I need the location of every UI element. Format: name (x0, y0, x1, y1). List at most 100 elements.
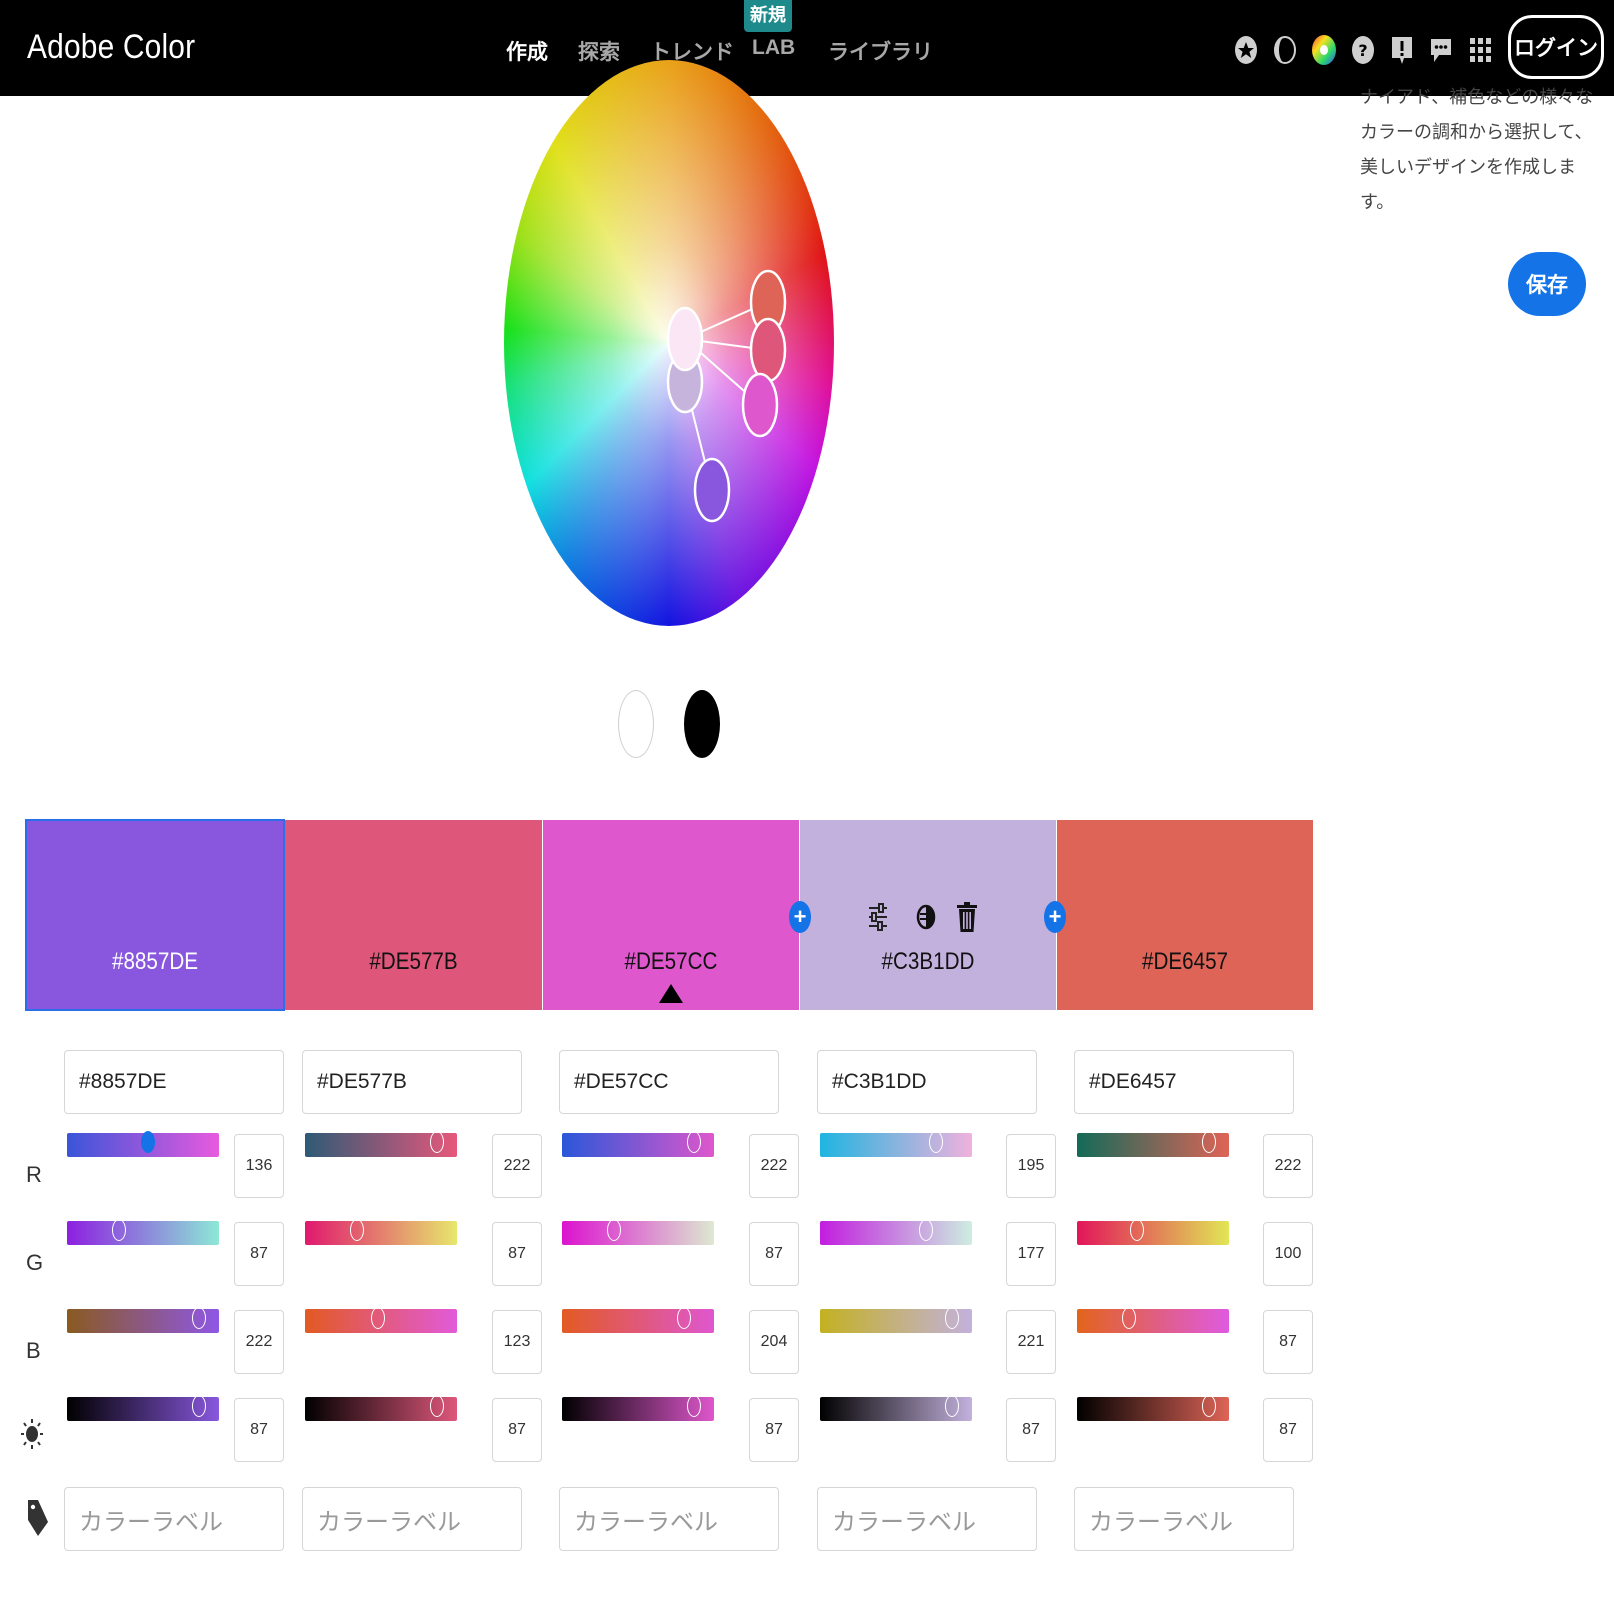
g-slider[interactable] (305, 1219, 457, 1245)
r-slider-thumb[interactable] (1202, 1131, 1217, 1153)
g-slider-thumb[interactable] (606, 1219, 621, 1241)
contrast-icon[interactable] (914, 900, 938, 934)
star-badge-icon[interactable] (1231, 30, 1261, 70)
b-slider-thumb[interactable] (944, 1307, 959, 1329)
black-background-toggle[interactable] (684, 690, 720, 758)
handle-center (666, 306, 704, 372)
brightness-slider[interactable] (562, 1395, 714, 1421)
b-slider-thumb[interactable] (371, 1307, 386, 1329)
brightness-slider[interactable] (820, 1395, 972, 1421)
g-slider[interactable] (67, 1219, 219, 1245)
r-slider[interactable] (820, 1131, 972, 1157)
r-value-input[interactable]: 222 (1263, 1134, 1313, 1198)
swatch-3[interactable]: #DE57CC (543, 820, 799, 1010)
r-slider[interactable] (1077, 1131, 1229, 1157)
hex-input[interactable]: #8857DE (64, 1050, 284, 1114)
r-value-input[interactable]: 136 (234, 1134, 284, 1198)
alert-icon[interactable] (1387, 30, 1417, 70)
hex-input[interactable]: #DE577B (302, 1050, 522, 1114)
hex-input[interactable]: #C3B1DD (817, 1050, 1037, 1114)
white-background-toggle[interactable] (618, 690, 654, 758)
g-slider-thumb[interactable] (918, 1219, 933, 1241)
b-slider-thumb[interactable] (1121, 1307, 1136, 1329)
app-logo[interactable]: Adobe Color (27, 28, 195, 67)
b-value-input[interactable]: 204 (749, 1310, 799, 1374)
color-label-input[interactable]: カラーラベル (559, 1487, 779, 1551)
r-slider[interactable] (67, 1131, 219, 1157)
brightness-value-input[interactable]: 87 (234, 1398, 284, 1462)
b-value-input[interactable]: 221 (1006, 1310, 1056, 1374)
color-label-input[interactable]: カラーラベル (302, 1487, 522, 1551)
r-slider[interactable] (305, 1131, 457, 1157)
swatch-2[interactable]: #DE577B (285, 820, 542, 1010)
color-label-input[interactable]: カラーラベル (817, 1487, 1037, 1551)
adjust-sliders-icon[interactable] (866, 900, 890, 934)
swatch-1[interactable]: #8857DE (25, 819, 285, 1011)
b-slider[interactable] (820, 1307, 972, 1333)
color-wheel-icon[interactable] (1309, 30, 1339, 70)
brightness-value-input[interactable]: 87 (1006, 1398, 1056, 1462)
g-value-input[interactable]: 100 (1263, 1222, 1313, 1286)
b-value-input[interactable]: 222 (234, 1310, 284, 1374)
b-slider[interactable] (305, 1307, 457, 1333)
hex-input[interactable]: #DE57CC (559, 1050, 779, 1114)
new-badge: 新規 (744, 0, 792, 32)
tag-icon (26, 1498, 50, 1538)
brightness-value-input[interactable]: 87 (1263, 1398, 1313, 1462)
brightness-slider-thumb[interactable] (192, 1395, 207, 1417)
r-value-input[interactable]: 222 (492, 1134, 542, 1198)
green-row-label: G (26, 1250, 44, 1275)
g-slider-thumb[interactable] (111, 1219, 126, 1241)
color-label-input[interactable]: カラーラベル (64, 1487, 284, 1551)
help-icon[interactable]: ? (1348, 30, 1378, 70)
add-color-button[interactable]: + (1044, 901, 1066, 933)
r-slider[interactable] (562, 1131, 714, 1157)
brightness-slider[interactable] (305, 1395, 457, 1421)
g-slider[interactable] (1077, 1219, 1229, 1245)
contrast-moon-icon[interactable] (1270, 30, 1300, 70)
color-label-input[interactable]: カラーラベル (1074, 1487, 1294, 1551)
brightness-slider-thumb[interactable] (430, 1395, 445, 1417)
brightness-slider-thumb[interactable] (687, 1395, 702, 1417)
b-value-input[interactable]: 87 (1263, 1310, 1313, 1374)
b-slider-thumb[interactable] (192, 1307, 207, 1329)
swatch-5[interactable]: #DE6457 (1057, 820, 1313, 1010)
brightness-slider-thumb[interactable] (1202, 1395, 1217, 1417)
b-slider-thumb[interactable] (676, 1307, 691, 1329)
nav-lab[interactable]: LAB (752, 36, 795, 60)
r-value-input[interactable]: 222 (749, 1134, 799, 1198)
login-button[interactable]: ログイン (1508, 15, 1604, 79)
apps-grid-icon[interactable] (1465, 30, 1495, 70)
r-slider-thumb[interactable] (430, 1131, 445, 1153)
brightness-value-input[interactable]: 87 (492, 1398, 542, 1462)
g-value-input[interactable]: 87 (234, 1222, 284, 1286)
g-slider[interactable] (562, 1219, 714, 1245)
brightness-slider[interactable] (67, 1395, 219, 1421)
hex-input[interactable]: #DE6457 (1074, 1050, 1294, 1114)
swatch-hex: #DE6457 (1141, 948, 1229, 975)
r-value-input[interactable]: 195 (1006, 1134, 1056, 1198)
b-slider[interactable] (1077, 1307, 1229, 1333)
g-value-input[interactable]: 87 (749, 1222, 799, 1286)
harmony-handles[interactable] (504, 60, 834, 626)
g-slider[interactable] (820, 1219, 972, 1245)
r-slider-thumb[interactable] (929, 1131, 944, 1153)
add-color-button[interactable]: + (789, 901, 811, 933)
g-slider-thumb[interactable] (349, 1219, 364, 1241)
b-slider[interactable] (562, 1307, 714, 1333)
g-slider-thumb[interactable] (1129, 1219, 1144, 1241)
brightness-value-input[interactable]: 87 (749, 1398, 799, 1462)
b-slider[interactable] (67, 1307, 219, 1333)
g-value-input[interactable]: 177 (1006, 1222, 1056, 1286)
save-button[interactable]: 保存 (1508, 252, 1586, 316)
r-slider-thumb[interactable] (141, 1131, 156, 1153)
nav-libraries[interactable]: ライブラリ (828, 36, 933, 66)
g-value-input[interactable]: 87 (492, 1222, 542, 1286)
r-slider-thumb[interactable] (687, 1131, 702, 1153)
brightness-slider-thumb[interactable] (945, 1395, 960, 1417)
svg-text:?: ? (1358, 41, 1367, 60)
b-value-input[interactable]: 123 (492, 1310, 542, 1374)
trash-icon[interactable] (955, 900, 979, 934)
brightness-slider[interactable] (1077, 1395, 1229, 1421)
feedback-icon[interactable] (1426, 30, 1456, 70)
